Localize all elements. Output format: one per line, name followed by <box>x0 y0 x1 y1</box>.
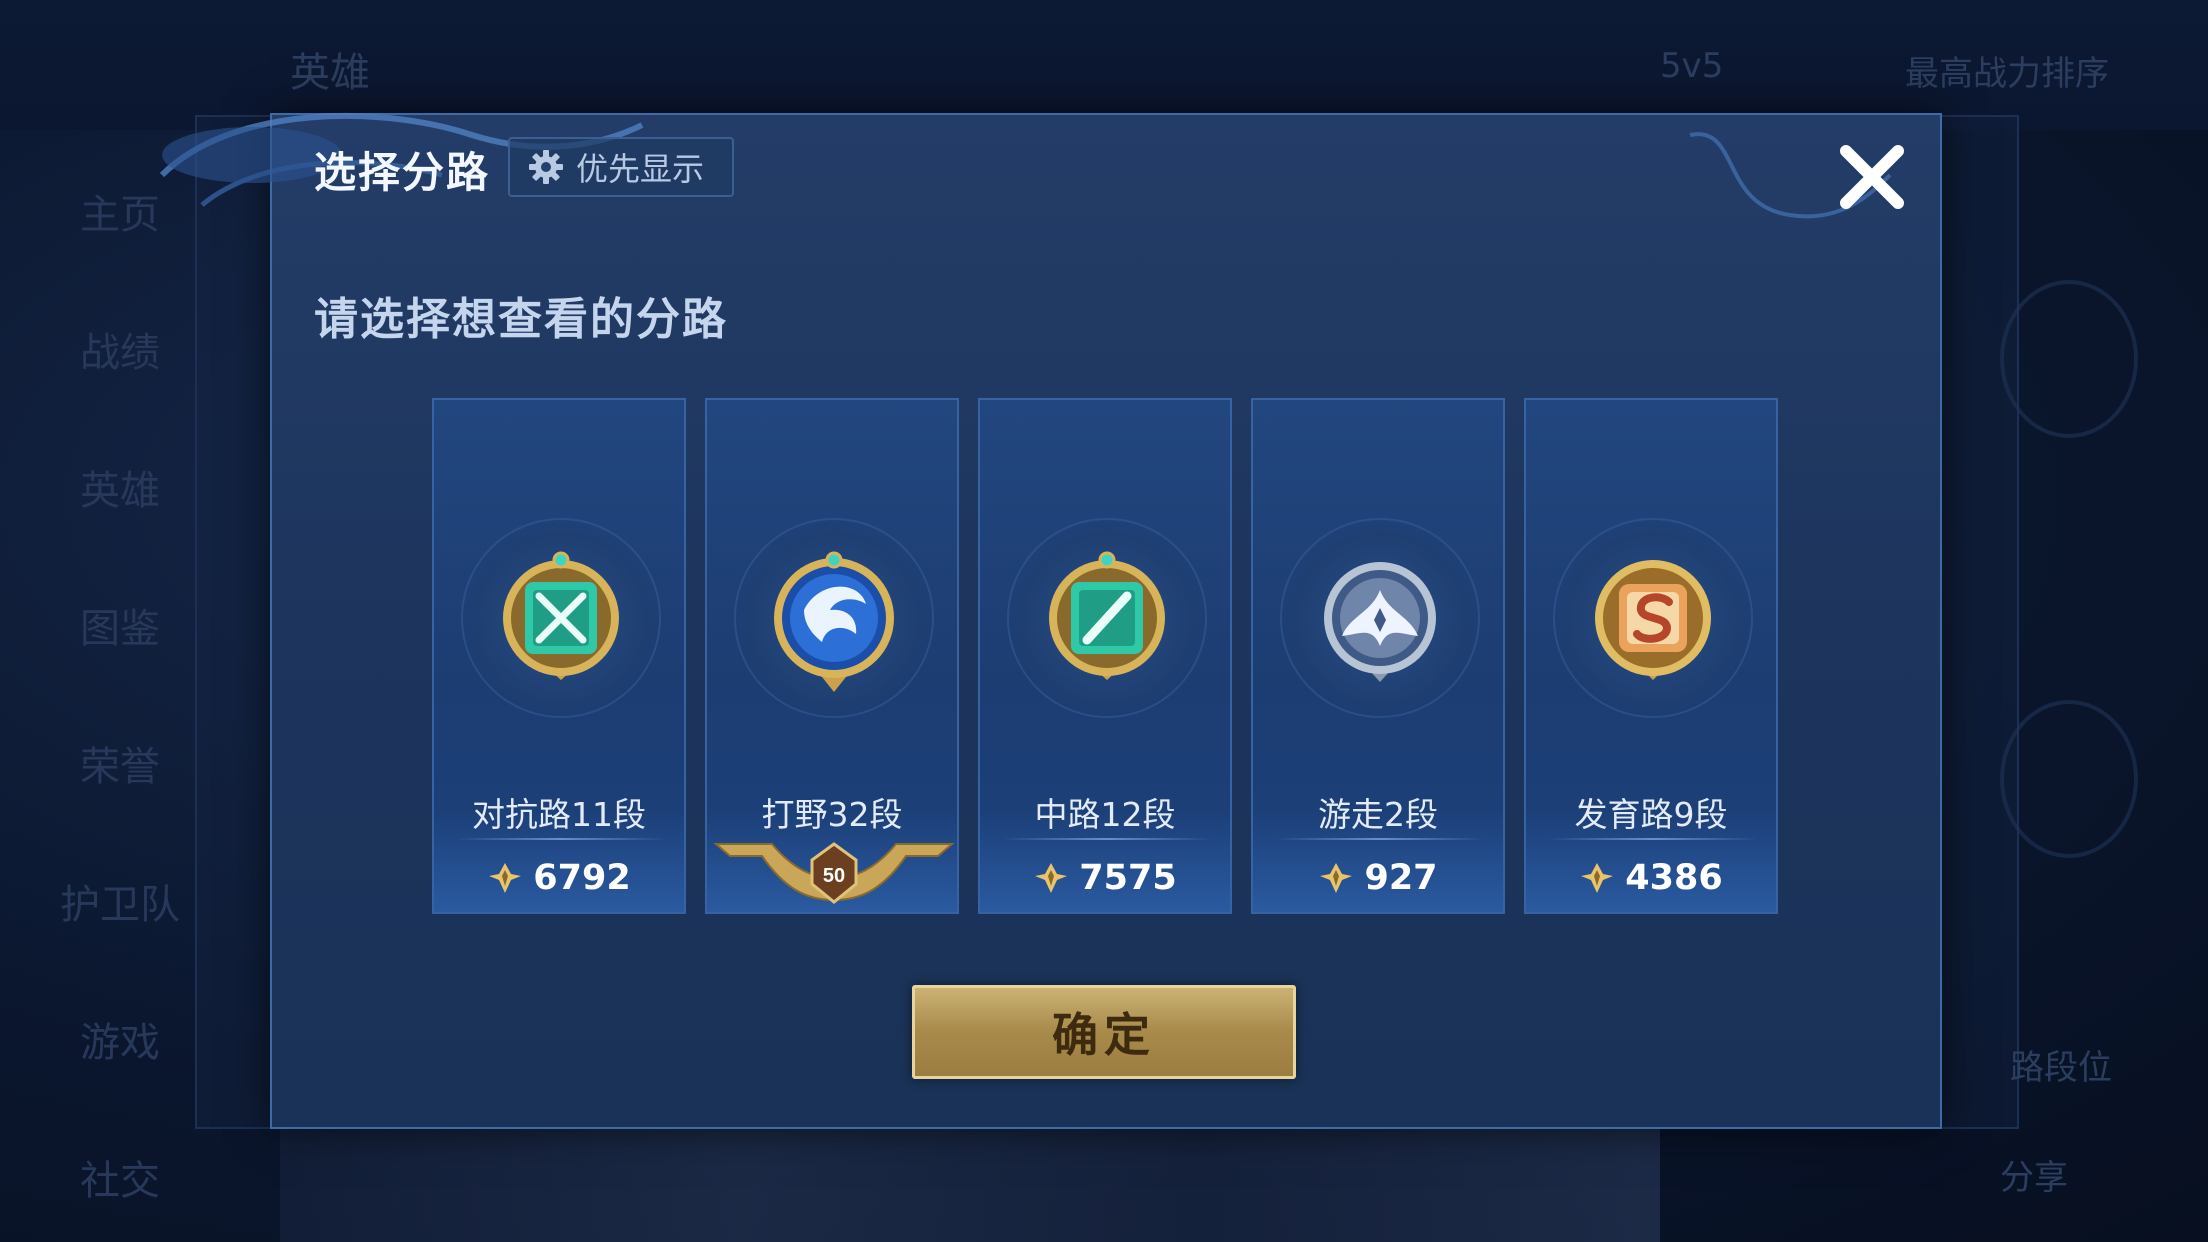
background-sidebar-item: 英雄 <box>80 468 160 514</box>
background-sidebar-item: 社交 <box>80 1158 160 1204</box>
power-icon <box>489 863 522 893</box>
lane-card-clash[interactable]: 对抗路11段 6792 <box>432 398 686 914</box>
green-slash-icon <box>1049 551 1165 680</box>
background-sidebar: 主页 战绩 英雄 图鉴 荣誉 护卫队 游戏 社交 <box>0 130 200 1242</box>
lane-score-row: 927 <box>1253 856 1503 900</box>
lane-card-jungle[interactable]: 打野32段 50 <box>705 398 959 914</box>
power-icon <box>1581 863 1614 893</box>
close-icon[interactable] <box>1832 137 1912 217</box>
power-icon <box>1320 863 1353 893</box>
lane-divider <box>1275 838 1485 840</box>
background-share-text: 分享 <box>2000 1158 2068 1198</box>
lane-card-roam[interactable]: 游走2段 927 <box>1251 398 1505 914</box>
blue-dragon-icon <box>774 551 894 692</box>
priority-display-button[interactable]: 优先显示 <box>508 137 734 197</box>
lane-score: 6792 <box>533 858 631 898</box>
lane-name: 打野32段 <box>761 795 903 834</box>
background-hero-strip <box>280 1120 1660 1242</box>
background-sort-select: 最高战力排序 <box>1905 54 2109 94</box>
silver-wings-icon <box>1324 562 1436 682</box>
lane-name: 发育路9段 <box>1574 795 1728 834</box>
lane-score-row: 6792 <box>434 856 684 900</box>
background-emblem <box>2000 280 2138 438</box>
lane-score: 7575 <box>1079 858 1177 898</box>
confirm-button[interactable]: 确定 <box>912 985 1296 1079</box>
background-sidebar-item: 图鉴 <box>80 606 160 652</box>
dialog-subtitle: 请选择想查看的分路 <box>314 294 728 345</box>
lane-score: 927 <box>1364 858 1438 898</box>
background-sidebar-item: 游戏 <box>80 1020 160 1066</box>
lane-name: 对抗路11段 <box>472 795 646 834</box>
lane-select-dialog: 选择分路 优先显示 请选择想查看的分路 对抗路11段 6792 打野32段 50… <box>159 113 1942 1129</box>
lane-card-farm[interactable]: 发育路9段 4386 <box>1524 398 1778 914</box>
background-sidebar-item: 护卫队 <box>60 882 180 928</box>
background-tab-heroes: 英雄 <box>290 50 370 96</box>
background-mode-select: 5v5 <box>1660 46 1724 86</box>
star-badge-value: 50 <box>823 865 845 887</box>
dialog-title: 选择分路 <box>314 148 491 197</box>
background-emblem <box>2000 700 2138 858</box>
confirm-button-label: 确定 <box>1052 1008 1156 1062</box>
gold-s-icon <box>1595 560 1711 680</box>
priority-display-label: 优先显示 <box>576 150 705 188</box>
green-crossed-swords-icon <box>503 551 619 680</box>
background-sidebar-item: 荣誉 <box>80 744 160 790</box>
star-badge-icon: 50 <box>713 842 955 904</box>
lane-divider <box>456 838 666 840</box>
lane-score-row: 7575 <box>980 856 1230 900</box>
lane-name: 游走2段 <box>1318 795 1438 834</box>
lane-list: 对抗路11段 6792 打野32段 50 中路12段 7575 游走2段 927… <box>432 398 1792 916</box>
lane-divider <box>1548 838 1758 840</box>
lane-card-mid[interactable]: 中路12段 7575 <box>978 398 1232 914</box>
background-sidebar-item: 战绩 <box>80 330 160 376</box>
lane-name: 中路12段 <box>1034 795 1176 834</box>
lane-score-row: 4386 <box>1526 856 1776 900</box>
lane-score: 4386 <box>1625 858 1723 898</box>
power-icon <box>1035 863 1068 893</box>
lane-divider <box>1002 838 1212 840</box>
gear-icon <box>529 150 563 184</box>
background-right-text: 路段位 <box>2010 1048 2112 1088</box>
